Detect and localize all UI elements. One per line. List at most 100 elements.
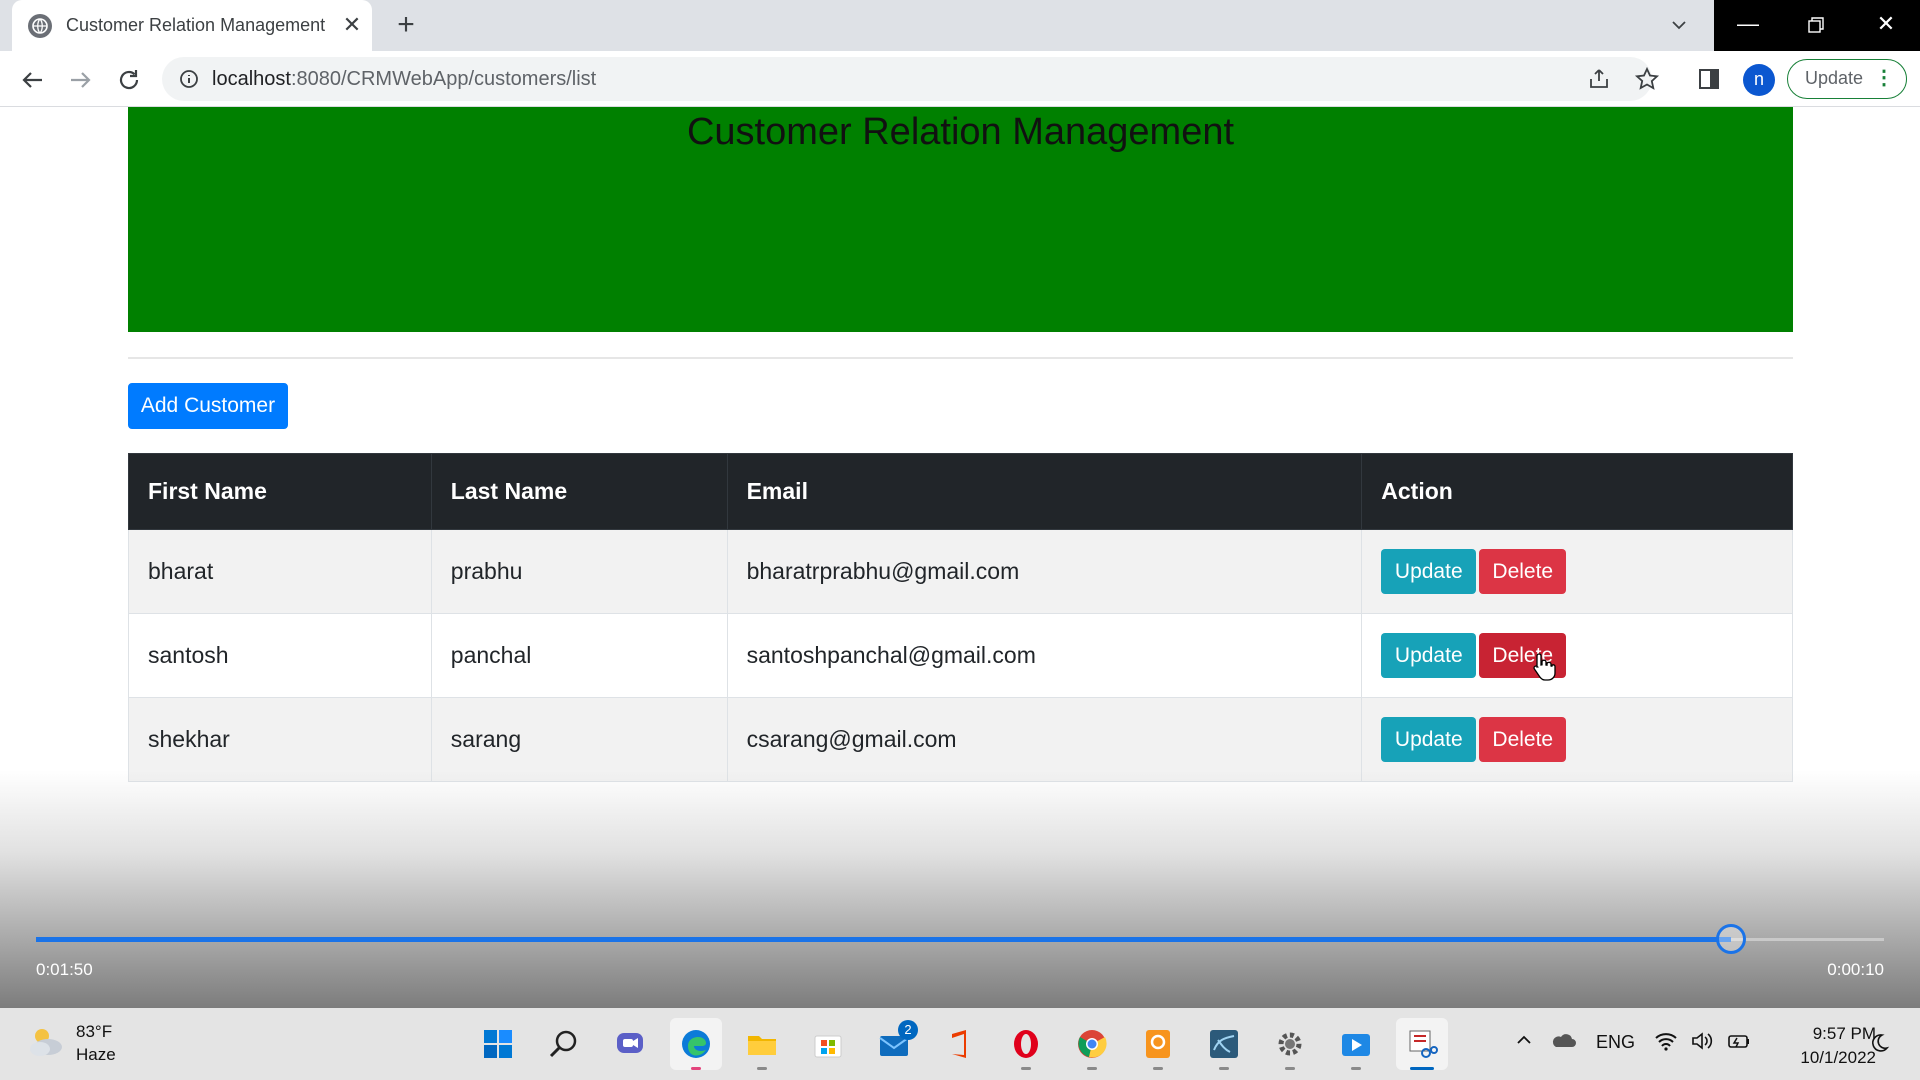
cell-email: bharatrprabhu@gmail.com [726, 529, 1363, 614]
running-indicator [1021, 1067, 1031, 1070]
back-arrow-icon[interactable] [16, 63, 50, 97]
column-header-last-name: Last Name [430, 453, 728, 530]
taskbar-settings[interactable] [1264, 1018, 1316, 1070]
chat-icon [617, 1033, 643, 1053]
mail-unread-badge: 2 [898, 1020, 918, 1040]
add-customer-button[interactable]: Add Customer [128, 383, 288, 429]
bookmark-star-icon[interactable] [1634, 66, 1660, 97]
taskbar-snipping-tool[interactable] [1396, 1018, 1448, 1070]
taskbar-office[interactable] [934, 1018, 986, 1070]
wifi-icon[interactable] [1654, 1030, 1678, 1057]
page-header: Customer Relation Management [128, 107, 1793, 332]
delete-button[interactable]: Delete [1479, 549, 1567, 594]
new-tab-button[interactable]: + [390, 10, 422, 42]
gear-icon [1278, 1032, 1302, 1056]
forward-arrow-icon[interactable] [63, 63, 97, 97]
seek-bar-thumb[interactable] [1715, 924, 1746, 954]
running-indicator [691, 1067, 701, 1070]
volume-icon[interactable] [1690, 1030, 1714, 1057]
cell-last-name: panchal [430, 613, 728, 698]
hand-cursor-icon [1532, 652, 1556, 687]
show-hidden-icons-chevron-icon[interactable] [1514, 1030, 1534, 1055]
site-info-icon[interactable] [178, 68, 200, 95]
running-indicator [1153, 1067, 1163, 1070]
cell-email: santoshpanchal@gmail.com [726, 613, 1363, 698]
taskbar-pdf-app[interactable] [1132, 1018, 1184, 1070]
language-indicator[interactable]: ENG [1596, 1032, 1635, 1053]
tab-search-chevron-icon[interactable] [1664, 10, 1694, 40]
taskbar-media-player[interactable] [1330, 1018, 1382, 1070]
battery-icon[interactable] [1726, 1030, 1752, 1057]
running-indicator [1087, 1067, 1097, 1070]
elapsed-time: 0:01:50 [36, 960, 93, 979]
opera-icon [1014, 1030, 1038, 1058]
edge-browser-icon [682, 1030, 710, 1058]
media-player-icon [1342, 1034, 1370, 1056]
weather-widget[interactable]: 83°F Haze [26, 1022, 116, 1067]
close-window-icon[interactable]: ✕ [1852, 0, 1920, 51]
address-bar[interactable]: localhost:8080/CRMWebApp/customers/list [162, 57, 1660, 101]
minimize-icon[interactable]: — [1714, 0, 1782, 51]
pdf-icon [1146, 1030, 1170, 1058]
cell-action: Update Delete [1361, 613, 1793, 698]
taskbar-mysql-workbench[interactable] [1198, 1018, 1250, 1070]
running-indicator [1351, 1067, 1361, 1070]
table-row: bharat prabhu bharatrprabhu@gmail.com Up… [128, 529, 1793, 614]
cell-first-name: bharat [128, 529, 432, 614]
taskbar-mail[interactable]: 2 [868, 1018, 920, 1070]
taskbar-search-button[interactable] [538, 1018, 590, 1070]
taskbar-store[interactable] [802, 1018, 854, 1070]
share-icon[interactable] [1586, 66, 1612, 97]
profile-avatar[interactable]: n [1743, 64, 1775, 96]
url-text: localhost:8080/CRMWebApp/customers/list [212, 68, 597, 90]
tab-bar: Customer Relation Management ✕ + — ✕ [0, 0, 1920, 51]
divider [128, 357, 1793, 359]
column-header-first-name: First Name [128, 453, 432, 530]
system-clock[interactable]: 9:57 PM 10/1/2022 [1786, 1022, 1876, 1070]
update-button[interactable]: Update [1381, 717, 1477, 762]
running-indicator [1219, 1067, 1229, 1070]
taskbar-edge[interactable] [670, 1018, 722, 1070]
cell-action: Update Delete [1361, 529, 1793, 614]
cell-email: csarang@gmail.com [726, 697, 1363, 782]
video-controls-overlay [0, 770, 1920, 1008]
restore-icon[interactable] [1782, 0, 1850, 51]
cell-last-name: sarang [430, 697, 728, 782]
tab-close-icon[interactable]: ✕ [339, 12, 365, 38]
delete-button[interactable]: Delete [1479, 717, 1567, 762]
menu-dots-icon[interactable]: ⋮ [1874, 60, 1894, 97]
page-favicon-icon [28, 14, 52, 38]
database-icon [1210, 1030, 1238, 1058]
running-indicator [1285, 1067, 1295, 1070]
start-button[interactable] [472, 1018, 524, 1070]
update-button[interactable]: Update [1381, 549, 1477, 594]
page-title: Customer Relation Management [686, 111, 1235, 153]
side-panel-icon[interactable] [1696, 66, 1722, 97]
chrome-update-button[interactable]: Update ⋮ [1787, 59, 1907, 99]
tab-title: Customer Relation Management [66, 15, 326, 35]
reload-icon[interactable] [112, 63, 146, 97]
update-button[interactable]: Update [1381, 633, 1477, 678]
taskbar-teams-chat[interactable] [604, 1018, 656, 1070]
onedrive-cloud-icon[interactable] [1550, 1030, 1576, 1055]
remaining-time: 0:00:10 [1827, 960, 1884, 979]
snipping-tool-icon [1409, 1030, 1438, 1058]
store-icon [814, 1035, 842, 1058]
active-indicator [1410, 1067, 1434, 1070]
column-header-action: Action [1361, 453, 1793, 530]
window-controls: — ✕ [1714, 0, 1920, 51]
table-row: shekhar sarang csarang@gmail.com Update D… [128, 697, 1793, 782]
taskbar-opera[interactable] [1000, 1018, 1052, 1070]
cell-first-name: santosh [128, 613, 432, 698]
taskbar-file-explorer[interactable] [736, 1018, 788, 1070]
taskbar: 83°F Haze 2 ENG 9:57 PM 10/1/2022 [0, 1008, 1920, 1080]
table-header-row: First Name Last Name Email Action [128, 453, 1793, 530]
running-indicator [757, 1067, 767, 1070]
focus-moon-icon[interactable] [1868, 1032, 1890, 1059]
weather-condition: Haze [76, 1045, 116, 1064]
cell-last-name: prabhu [430, 529, 728, 614]
cell-action: Update Delete [1361, 697, 1793, 782]
taskbar-chrome[interactable] [1066, 1018, 1118, 1070]
weather-haze-icon [30, 1029, 62, 1056]
browser-tab[interactable]: Customer Relation Management ✕ [12, 0, 372, 51]
